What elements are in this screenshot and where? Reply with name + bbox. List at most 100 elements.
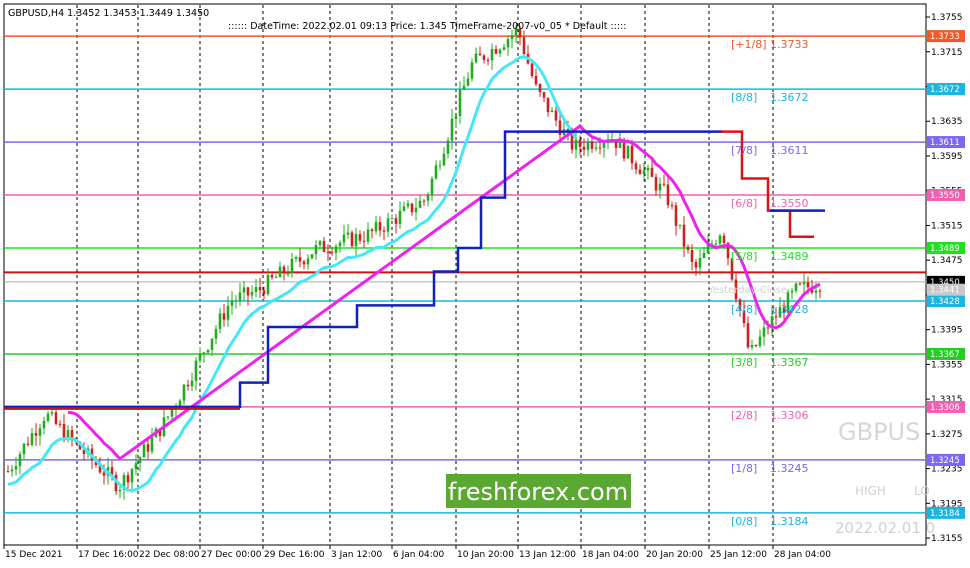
price-tag-label: 1.3428 bbox=[930, 297, 960, 307]
candle-body bbox=[626, 145, 630, 159]
x-tick-label: 27 Dec 00:00 bbox=[201, 550, 262, 560]
x-tick-label: 18 Jan 04:00 bbox=[582, 550, 639, 560]
candle-body bbox=[198, 353, 202, 361]
candle-body bbox=[510, 35, 514, 40]
candle-body bbox=[150, 437, 154, 452]
candle-body bbox=[22, 443, 26, 455]
candle-body bbox=[398, 210, 402, 224]
candle-body bbox=[202, 352, 206, 354]
candle-body bbox=[442, 153, 446, 166]
candle-body bbox=[582, 146, 586, 150]
candle-body bbox=[58, 423, 62, 425]
candle-body bbox=[394, 218, 398, 224]
candle-body bbox=[478, 53, 482, 56]
price-tag-label: 1.3550 bbox=[930, 191, 960, 201]
murrey-level-label: [8/8] bbox=[731, 91, 757, 104]
murrey-level-value: 1.3672 bbox=[770, 91, 809, 104]
y-tick-label: 1.3355 bbox=[931, 360, 963, 370]
candle-body bbox=[458, 89, 462, 116]
candle-body bbox=[802, 282, 806, 285]
candle-body bbox=[474, 53, 478, 63]
x-tick-label: 6 Jan 04:00 bbox=[393, 550, 445, 560]
y-tick-label: 1.3755 bbox=[931, 13, 963, 23]
y-tick-label: 1.3275 bbox=[931, 430, 963, 440]
watermark-high: HIGH bbox=[855, 484, 886, 498]
candle-body bbox=[370, 229, 374, 232]
candle-body bbox=[278, 266, 282, 278]
murrey-level-label: [7/8] bbox=[731, 144, 757, 157]
candle-body bbox=[578, 139, 582, 147]
candle-body bbox=[422, 200, 426, 202]
candle-body bbox=[714, 243, 718, 245]
time-axis[interactable]: 15 Dec 2021 17 Dec 16:00 22 Dec 08:00 27 De… bbox=[3, 545, 831, 560]
y-tick-label: 1.3595 bbox=[931, 152, 963, 162]
price-tag-label: 1.3672 bbox=[930, 85, 960, 95]
x-tick-label: 3 Jan 12:00 bbox=[331, 550, 383, 560]
candle-body bbox=[282, 266, 286, 274]
candle-body bbox=[450, 118, 454, 141]
price-tag-label: 1.3733 bbox=[930, 32, 960, 42]
candle-body bbox=[402, 206, 406, 211]
x-tick-label: 13 Jan 12:00 bbox=[519, 550, 576, 560]
candle-body bbox=[146, 444, 150, 452]
candle-body bbox=[670, 205, 674, 207]
candle-body bbox=[686, 246, 690, 250]
murrey-level-label: [2/8] bbox=[731, 409, 757, 422]
candle-body bbox=[506, 39, 510, 48]
candle-body bbox=[134, 463, 138, 470]
x-tick-label: 10 Jan 20:00 bbox=[457, 550, 514, 560]
candle-body bbox=[722, 235, 726, 243]
candle-body bbox=[226, 305, 230, 320]
candle-body bbox=[374, 222, 378, 232]
murrey-level-value: 1.3611 bbox=[770, 144, 809, 157]
candle-body bbox=[102, 472, 106, 476]
candle-body bbox=[674, 205, 678, 226]
x-tick-label: 20 Jan 20:00 bbox=[646, 550, 703, 560]
candle-body bbox=[194, 360, 198, 381]
candle-body bbox=[270, 274, 274, 278]
candle-body bbox=[690, 249, 694, 262]
candle-body bbox=[310, 254, 314, 259]
candle-body bbox=[634, 163, 638, 170]
murrey-level-value: 1.3733 bbox=[770, 38, 809, 51]
candle-body bbox=[290, 258, 294, 274]
candle-body bbox=[678, 224, 682, 226]
candle-body bbox=[266, 274, 270, 295]
candle-body bbox=[338, 242, 342, 247]
candle-body bbox=[498, 49, 502, 54]
price-chart[interactable]: [+1/8] 1.3733[8/8] 1.3672[7/8] 1.3611[6/8] 1… bbox=[0, 0, 970, 568]
candle-body bbox=[594, 147, 598, 149]
candle-body bbox=[658, 183, 662, 191]
candle-body bbox=[682, 224, 686, 247]
candle-body bbox=[314, 244, 318, 255]
murrey-level-value: 1.3306 bbox=[770, 409, 809, 422]
candle-body bbox=[794, 283, 798, 291]
x-tick-label: 17 Dec 16:00 bbox=[78, 550, 139, 560]
candle-body bbox=[546, 97, 550, 113]
candle-body bbox=[554, 110, 558, 121]
candle-body bbox=[258, 287, 262, 291]
candle-body bbox=[30, 433, 34, 445]
y-tick-label: 1.3155 bbox=[931, 534, 963, 544]
candle-body bbox=[342, 234, 346, 243]
candle-body bbox=[530, 63, 534, 77]
candle-body bbox=[246, 287, 250, 296]
price-tag-label: 1.3306 bbox=[930, 403, 960, 413]
candle-body bbox=[550, 110, 554, 113]
candle-body bbox=[50, 412, 54, 414]
candle-body bbox=[10, 469, 14, 472]
candle-body bbox=[6, 471, 10, 473]
candle-body bbox=[630, 145, 634, 164]
y-tick-label: 1.3635 bbox=[931, 117, 963, 127]
candle-body bbox=[190, 380, 194, 387]
candle-body bbox=[42, 420, 46, 429]
x-tick-label: 29 Dec 16:00 bbox=[264, 550, 325, 560]
murrey-level-label: [5/8] bbox=[731, 250, 757, 263]
candle-body bbox=[758, 336, 762, 346]
candle-body bbox=[378, 222, 382, 231]
candle-body bbox=[326, 251, 330, 253]
candle-body bbox=[210, 338, 214, 350]
candle-body bbox=[218, 313, 222, 329]
candle-body bbox=[330, 252, 334, 254]
candle-body bbox=[26, 443, 30, 445]
